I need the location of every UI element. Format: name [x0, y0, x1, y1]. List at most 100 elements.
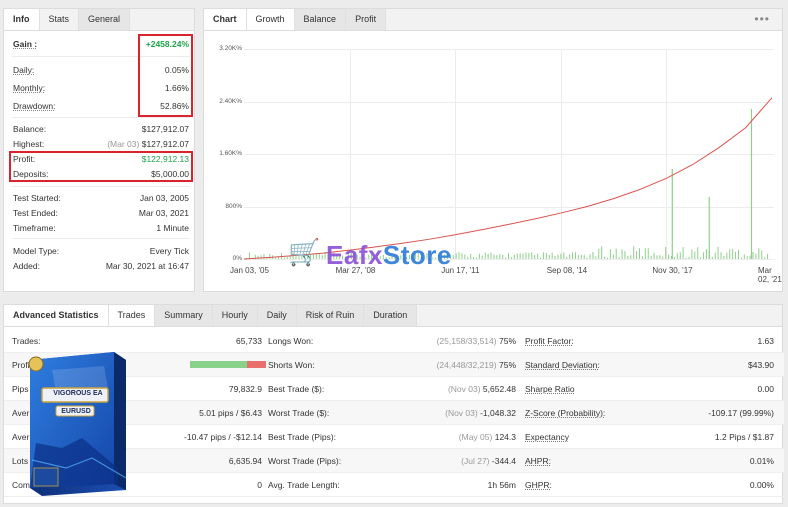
stats-value: 0 — [257, 480, 262, 490]
volume-bar — [551, 252, 553, 259]
volume-bar — [618, 257, 620, 259]
progress-won — [190, 361, 247, 368]
balance-row: Balance: $127,912.07 — [13, 122, 189, 136]
highest-label: Highest: — [13, 139, 45, 149]
volume-spike — [708, 197, 710, 259]
tab-trades[interactable]: Trades — [108, 305, 156, 326]
test-started-value: Jan 03, 2005 — [139, 193, 189, 203]
volume-spike — [750, 109, 753, 259]
stats-note: (May 05) — [458, 432, 493, 442]
volume-bar — [621, 249, 623, 259]
volume-bar — [604, 256, 606, 259]
tab-stats[interactable]: Stats — [40, 9, 80, 30]
volume-bar — [627, 255, 629, 259]
product-box-pair: EURUSD — [61, 408, 91, 415]
volume-bar — [534, 254, 536, 259]
product-box-title: VIGOROUS EA — [53, 390, 103, 397]
volume-bar — [700, 257, 702, 259]
stats-value-text: 75% — [498, 360, 516, 370]
stats-note: (24,448/32,219) — [436, 360, 497, 370]
stats-value: 5.01 pips / $6.43 — [199, 408, 262, 418]
watermark-brand-a: Eafx — [326, 240, 383, 270]
stats-value: -10.47 pips / -$12.14 — [184, 432, 262, 442]
tab-duration[interactable]: Duration — [364, 305, 418, 326]
stats-value-text: -344.4 — [491, 456, 516, 466]
volume-bar — [522, 253, 524, 259]
balance-label: Balance: — [13, 124, 47, 134]
stats-metric-label: Standard Deviation: — [525, 360, 600, 370]
volume-bar — [566, 256, 568, 259]
volume-bar — [694, 251, 696, 259]
info-tabs: Info Stats General — [4, 9, 194, 31]
volume-bar — [662, 256, 664, 259]
volume-bar — [697, 247, 699, 259]
stats-note: (Nov 03) — [445, 408, 478, 418]
volume-bar — [525, 252, 527, 259]
volume-bar — [656, 255, 658, 259]
volume-bar — [269, 253, 271, 259]
volume-bar — [624, 251, 626, 259]
added-label: Added: — [13, 261, 40, 271]
balance-value: $127,912.07 — [141, 124, 189, 134]
volume-bar — [703, 252, 705, 259]
volume-bar — [639, 248, 640, 259]
volume-bar — [755, 253, 757, 259]
timeframe-label: Timeframe: — [13, 223, 56, 233]
stats-label: Shorts Won: — [268, 360, 315, 370]
volume-bar — [248, 252, 250, 259]
volume-bar — [275, 257, 277, 259]
tab-general[interactable]: General — [79, 9, 131, 30]
stats-value: (Nov 03) 5,652.48 — [448, 377, 516, 401]
tab-hourly[interactable]: Hourly — [212, 305, 258, 326]
stats-value-text: 124.3 — [494, 432, 516, 442]
timeframe-row: Timeframe: 1 Minute — [13, 221, 189, 235]
tab-risk-of-ruin[interactable]: Risk of Ruin — [296, 305, 365, 326]
volume-bar — [531, 252, 533, 259]
volume-spike — [671, 169, 673, 259]
stats-value: 0.00% — [749, 480, 774, 490]
volume-bar — [752, 251, 754, 259]
highest-row: Highest: (Mar 03) $127,912.07 — [13, 137, 189, 151]
volume-bar — [685, 257, 687, 259]
volume-bar — [557, 254, 559, 259]
stats-value: (25,158/33,514) 75% — [437, 329, 516, 353]
volume-bar — [764, 257, 766, 259]
volume-bar — [560, 253, 562, 259]
stats-value: (24,448/32,219) 75% — [437, 353, 516, 377]
volume-bar — [653, 252, 655, 259]
volume-bar — [598, 248, 600, 259]
volume-bar — [729, 249, 731, 259]
test-started-label: Test Started: — [13, 193, 61, 203]
volume-bar — [577, 254, 579, 259]
volume-bar — [641, 256, 643, 259]
tab-info[interactable]: Info — [4, 9, 40, 30]
stats-label: Worst Trade ($): — [268, 408, 330, 418]
test-started-row: Test Started: Jan 03, 2005 — [13, 191, 189, 205]
tab-summary[interactable]: Summary — [155, 305, 213, 326]
stats-metric-label: Profit Factor: — [525, 336, 574, 346]
stats-value: 1.2 Pips / $1.87 — [714, 432, 774, 442]
volume-bar — [554, 255, 556, 259]
volume-bar — [540, 257, 542, 259]
gain-highlight-box — [138, 34, 193, 117]
stats-value-text: 75% — [498, 336, 516, 346]
tab-advanced-statistics[interactable]: Advanced Statistics — [4, 305, 109, 326]
stats-note: (Nov 03) — [447, 384, 481, 394]
volume-bar — [537, 253, 539, 259]
stats-label: Best Trade (Pips): — [268, 432, 337, 442]
model-type-row: Model Type: Every Tick — [13, 244, 189, 258]
volume-bar — [767, 253, 769, 259]
volume-bar — [542, 252, 544, 259]
stats-value: 0.00 — [757, 384, 774, 394]
product-box-image — [28, 352, 127, 496]
volume-bar — [636, 251, 638, 259]
stats-note: (25,158/33,514) — [436, 336, 497, 346]
volume-bar — [668, 254, 670, 259]
stats-note: (Jul 27) — [461, 456, 490, 466]
watermark: 🛒 EafxStore — [280, 234, 520, 274]
volume-bar — [548, 255, 550, 259]
tab-daily[interactable]: Daily — [257, 305, 297, 326]
drawdown-label: Drawdown: — [13, 101, 56, 111]
volume-bar — [580, 254, 582, 259]
volume-bar — [563, 252, 565, 259]
